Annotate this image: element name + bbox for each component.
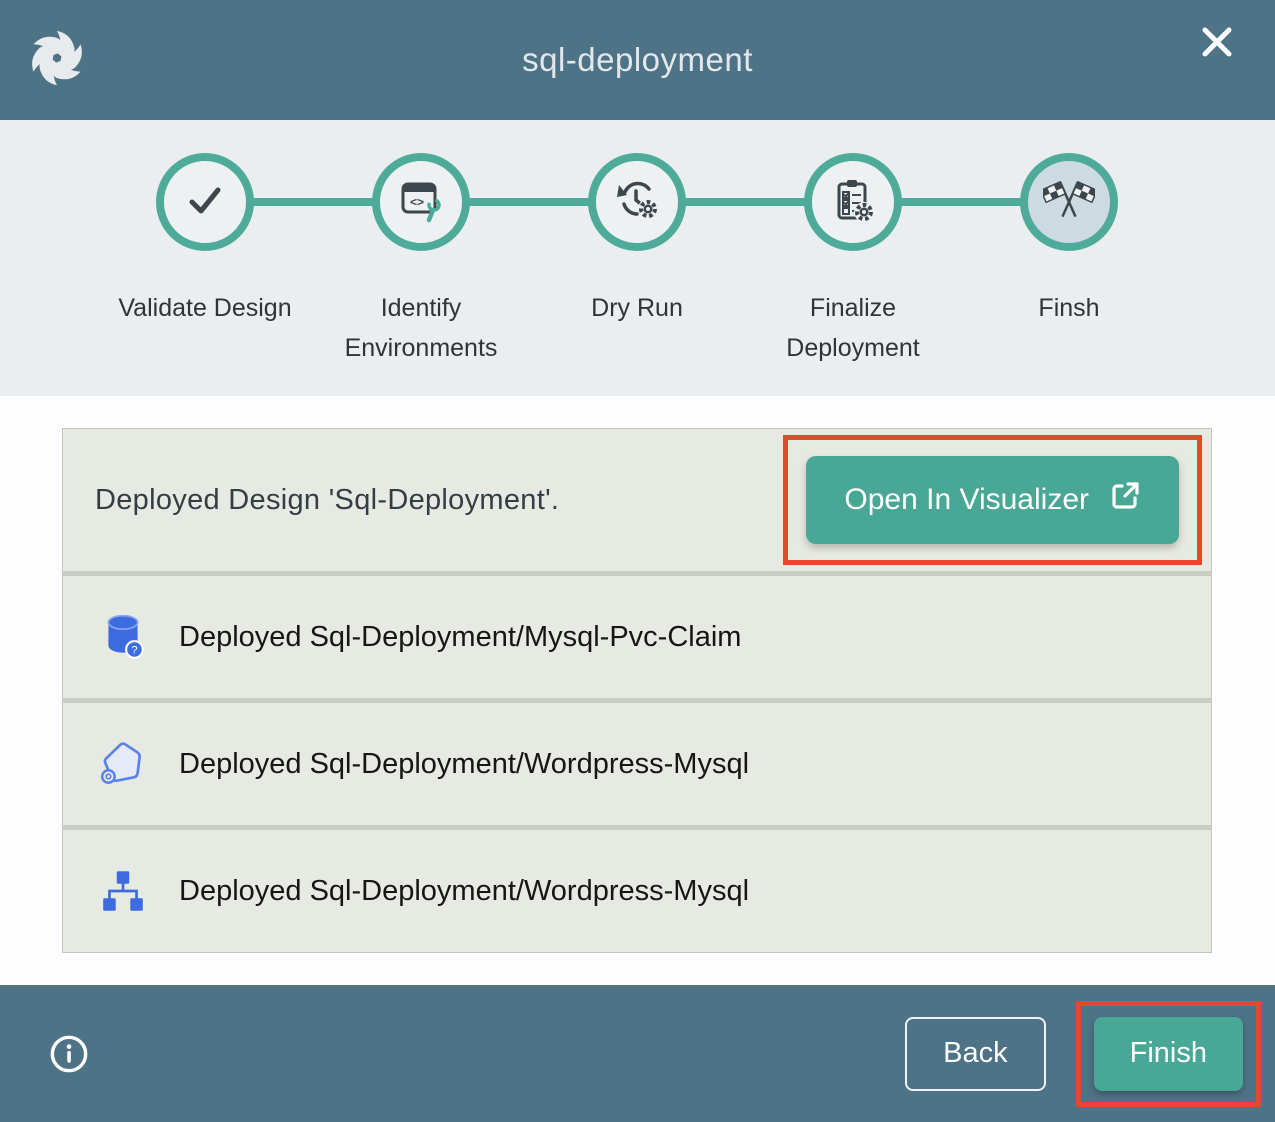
pentagon-icon [97,739,149,789]
deployment-results-list: Deployed Design 'Sql-Deployment'. Open I… [62,428,1212,953]
step-label: Finsh [964,288,1174,328]
step-circle [1020,153,1118,251]
refresh-gear-icon [613,176,661,229]
info-icon[interactable] [48,1033,90,1075]
step-label: Identify Environments [316,288,526,368]
annotation-box-open-in-visualizer: Open In Visualizer [783,435,1202,565]
svg-text:?: ? [131,645,137,657]
step-label: Finalize Deployment [748,288,958,368]
open-in-visualizer-button[interactable]: Open In Visualizer [806,456,1179,544]
external-link-icon [1109,480,1141,520]
close-icon[interactable] [1195,20,1239,64]
step-circle [804,153,902,251]
tree-icon [97,866,149,916]
svg-text:<>: <> [410,195,424,209]
result-message: Deployed Sql-Deployment/Wordpress-Mysql [179,875,749,908]
result-message: Deployed Sql-Deployment/Wordpress-Mysql [179,748,749,781]
results-area: Deployed Design 'Sql-Deployment'. Open I… [0,396,1275,953]
step-label: Validate Design [100,288,310,328]
finish-button[interactable]: Finish [1094,1017,1243,1091]
clipboard-gear-icon [829,176,877,229]
result-row-pvc-claim: ? Deployed Sql-Deployment/Mysql-Pvc-Clai… [63,576,1211,698]
open-in-visualizer-label: Open In Visualizer [844,483,1089,517]
wizard-stepper: Validate Design <> [0,120,1275,396]
dialog-footer: Back Finish [0,985,1275,1122]
step-finish: Finsh [961,153,1177,368]
back-button[interactable]: Back [905,1017,1045,1091]
annotation-box-finish: Finish [1076,1001,1261,1107]
code-window-wrench-icon: <> [397,176,445,229]
step-validate-design: Validate Design [97,153,313,368]
deployment-wizard-dialog: sql-deployment [0,0,1275,1122]
result-message: Deployed Sql-Deployment/Mysql-Pvc-Claim [179,621,741,654]
dialog-header: sql-deployment [0,0,1275,120]
step-finalize-deployment: Finalize Deployment [745,153,961,368]
dialog-title: sql-deployment [0,41,1275,79]
result-row-wordpress-mysql-2: Deployed Sql-Deployment/Wordpress-Mysql [63,830,1211,952]
design-result-message: Deployed Design 'Sql-Deployment'. [95,484,559,517]
step-dry-run: Dry Run [529,153,745,368]
step-label: Dry Run [532,288,742,328]
checkered-flags-icon [1043,174,1095,231]
meshery-swirl-logo-icon [28,28,86,93]
database-icon: ? [97,612,149,662]
step-circle [156,153,254,251]
result-row-wordpress-mysql-1: Deployed Sql-Deployment/Wordpress-Mysql [63,703,1211,825]
step-identify-environments: <> Identify Environments [313,153,529,368]
design-result-row: Deployed Design 'Sql-Deployment'. Open I… [63,429,1211,571]
step-circle [588,153,686,251]
step-circle: <> [372,153,470,251]
check-icon [181,176,229,229]
